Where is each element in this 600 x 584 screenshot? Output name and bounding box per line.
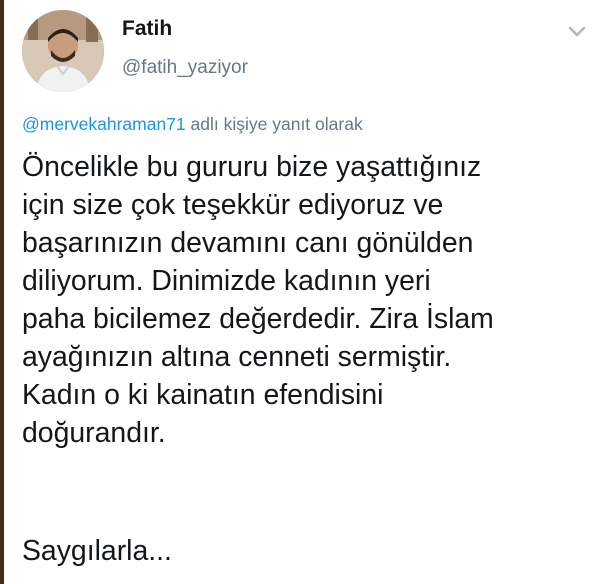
tweet-text-line: doğurandır. bbox=[22, 417, 166, 449]
username[interactable]: @fatih_yaziyor bbox=[122, 56, 248, 80]
reply-context: @mervekahraman71 adlı kişiye yanıt olara… bbox=[22, 112, 363, 136]
avatar-photo bbox=[22, 10, 104, 92]
tweet-text-line: Öncelikle bu gururu bize yaşattığınız bbox=[22, 151, 482, 183]
tweet: Fatih @fatih_yaziyor @mervekahraman71 ad… bbox=[0, 0, 600, 584]
tweet-text: Öncelikle bu gururu bize yaşattığınız iç… bbox=[22, 148, 587, 452]
tweet-header: Fatih @fatih_yaziyor bbox=[22, 10, 592, 98]
tweet-text-line: paha bicilemez değerdedir. Zira İslam bbox=[22, 303, 494, 335]
tweet-text-line: Kadın o ki kainatın efendisini bbox=[22, 379, 384, 411]
reply-mention-link[interactable]: @mervekahraman71 bbox=[22, 114, 186, 134]
chevron-down-glyph bbox=[568, 26, 586, 37]
tweet-text-line: başarınızın devamını canı gönülden bbox=[22, 227, 474, 259]
chevron-down-icon[interactable] bbox=[566, 24, 588, 40]
tweet-text-line: diliyorum. Dinimizde kadının yeri bbox=[22, 265, 431, 297]
tweet-text-line: ayağınızın altına cenneti sermiştir. bbox=[22, 341, 452, 373]
user-block: Fatih @fatih_yaziyor bbox=[122, 16, 248, 80]
tweet-signoff: Saygılarla... bbox=[22, 535, 172, 567]
reply-context-text: adlı kişiye yanıt olarak bbox=[185, 114, 363, 134]
display-name[interactable]: Fatih bbox=[122, 16, 248, 42]
avatar[interactable] bbox=[22, 10, 104, 92]
tweet-text-line: için size çok teşekkür ediyoruz ve bbox=[22, 189, 444, 221]
